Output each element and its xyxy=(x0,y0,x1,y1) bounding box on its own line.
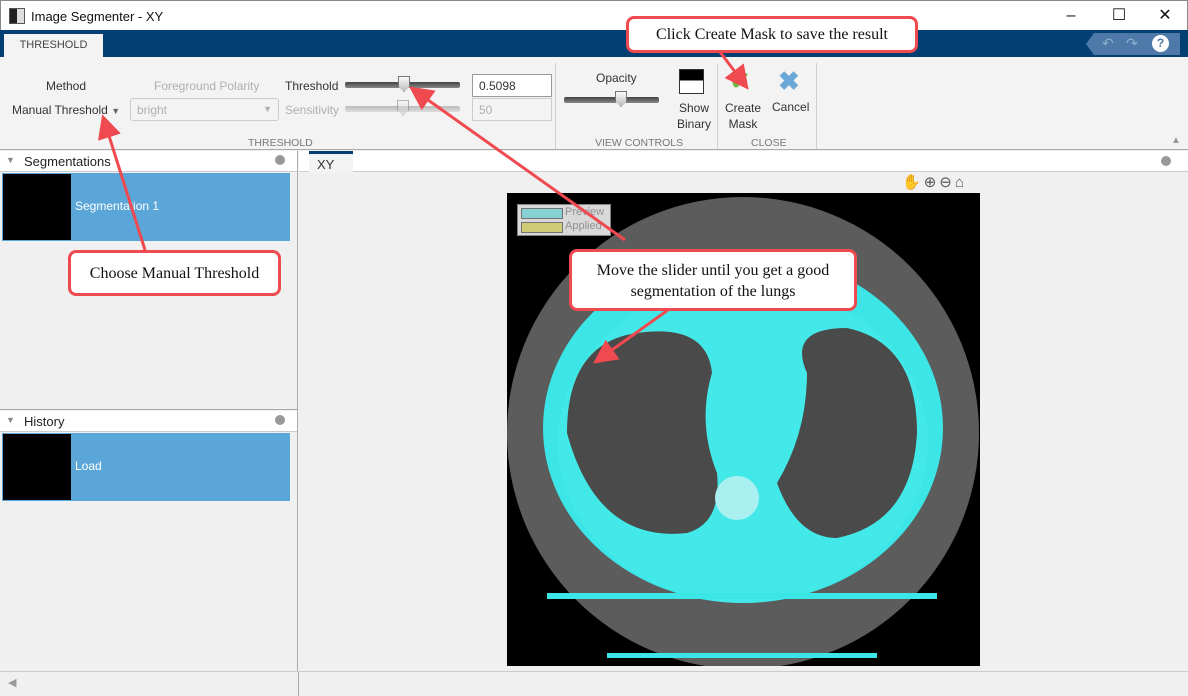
arrow-to-threshold-slider xyxy=(409,86,626,242)
arrow-to-method xyxy=(97,114,147,251)
arrow-to-lungs xyxy=(593,308,669,364)
callout-slider-line1: Move the slider until you get a good xyxy=(596,262,830,279)
annotation-arrows xyxy=(97,51,749,364)
arrow-to-create-mask xyxy=(718,51,749,90)
callout-slider: Move the slider until you get a good segm… xyxy=(569,249,857,311)
callout-manual-threshold: Choose Manual Threshold xyxy=(68,250,281,296)
callout-create-mask: Click Create Mask to save the result xyxy=(626,16,918,53)
callout-slider-line2: segmentation of the lungs xyxy=(630,283,796,300)
